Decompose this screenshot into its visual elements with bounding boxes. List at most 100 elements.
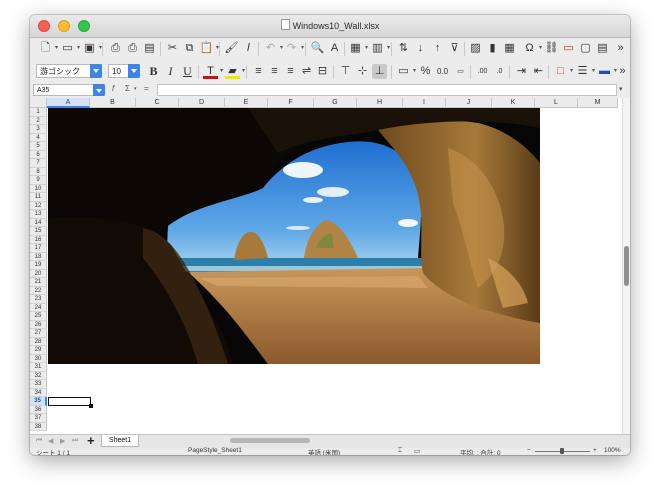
column-header-j[interactable]: J (446, 98, 492, 108)
column-header-b[interactable]: B (90, 98, 136, 108)
row-header-31[interactable]: 31 (30, 363, 47, 372)
font-name-dropdown-icon[interactable] (90, 64, 102, 78)
column-header-l[interactable]: L (535, 98, 578, 108)
row-header-33[interactable]: 33 (30, 380, 47, 389)
freeze-rows-icon[interactable]: ▤ (595, 41, 610, 56)
row-header-23[interactable]: 23 (30, 295, 47, 304)
row-header-13[interactable]: 13 (30, 210, 47, 219)
column-header-i[interactable]: I (403, 98, 446, 108)
percent-format-icon[interactable]: % (418, 64, 433, 79)
vertical-scrollbar[interactable] (622, 98, 630, 434)
name-box-dropdown-icon[interactable] (93, 84, 105, 96)
merge-cells-icon[interactable]: ⊟ (315, 64, 330, 79)
sum-dropdown-icon[interactable]: ▾ (134, 86, 137, 92)
select-all-corner[interactable] (30, 98, 47, 108)
sum-icon[interactable]: Σ (125, 84, 130, 93)
row-header-26[interactable]: 26 (30, 320, 47, 329)
row-header-1[interactable]: 1 (30, 108, 47, 117)
row-header-2[interactable]: 2 (30, 116, 47, 125)
row-header-6[interactable]: 6 (30, 150, 47, 159)
headers-footers-icon[interactable]: ▢ (578, 41, 593, 56)
language-status[interactable]: 英語 (米国) (308, 447, 340, 455)
row-header-8[interactable]: 8 (30, 167, 47, 176)
horizontal-scroll-thumb[interactable] (230, 438, 310, 443)
font-size-select[interactable]: 10 (108, 64, 140, 78)
column-header-k[interactable]: K (492, 98, 535, 108)
clone-formatting-icon[interactable]: 🖌 (224, 41, 239, 56)
more-format-icon[interactable]: » (615, 64, 630, 79)
expand-formula-icon[interactable]: ▾ (619, 85, 623, 93)
vertical-scroll-thumb[interactable] (624, 246, 629, 286)
font-name-select[interactable]: 游ゴシック (36, 64, 102, 78)
row-header-34[interactable]: 34 (30, 388, 47, 397)
row-header-17[interactable]: 17 (30, 244, 47, 253)
zoom-out-button[interactable]: − (527, 447, 531, 454)
spreadsheet-grid[interactable]: ABCDEFGHIJKLM 1 2 3 4 5 6 7 8 9 10 11 12 13 14 15 16 17 1… (30, 98, 630, 434)
column-header-a[interactable]: A (47, 98, 90, 108)
align-middle-icon[interactable]: ⊹ (355, 64, 370, 79)
autofilter-icon[interactable]: ⊽ (447, 41, 462, 56)
align-top-icon[interactable]: ⊤ (338, 64, 353, 79)
border-style-icon[interactable]: ☰ ▾ (575, 64, 595, 79)
decrease-indent-icon[interactable]: ⇤ (531, 64, 546, 79)
row-header-32[interactable]: 32 (30, 371, 47, 380)
next-sheet-icon[interactable]: ▶ (60, 437, 65, 445)
bold-button[interactable]: B (146, 64, 161, 79)
number-format-icon[interactable]: 0.0 (435, 64, 450, 79)
row-header-5[interactable]: 5 (30, 142, 47, 151)
row-header-29[interactable]: 29 (30, 346, 47, 355)
column-header-h[interactable]: H (357, 98, 403, 108)
embedded-photo-cave-beach[interactable] (48, 108, 540, 364)
formula-input[interactable] (157, 84, 617, 96)
border-color-icon[interactable]: ▬ ▾ (597, 64, 617, 79)
column-header-g[interactable]: G (314, 98, 357, 108)
row-header-36[interactable]: 36 (30, 405, 47, 414)
formula-equals-icon[interactable]: = (144, 84, 149, 93)
sheet-tab-sheet1[interactable]: Sheet1 (101, 435, 139, 447)
align-center-icon[interactable]: ≡ (267, 64, 282, 79)
underline-button[interactable]: U (180, 64, 195, 79)
currency-format-icon[interactable]: ▭ ▾ (396, 64, 416, 79)
align-bottom-icon[interactable]: ⊥ (372, 64, 387, 79)
row-header-27[interactable]: 27 (30, 329, 47, 338)
zoom-level[interactable]: 100% (604, 447, 621, 454)
align-right-icon[interactable]: ≡ (283, 64, 298, 79)
row-header-10[interactable]: 10 (30, 184, 47, 193)
row-header-30[interactable]: 30 (30, 354, 47, 363)
undo-icon[interactable]: ↶ ▾ (263, 41, 283, 56)
row-header-4[interactable]: 4 (30, 133, 47, 142)
column-icon[interactable]: ▥ ▾ (370, 41, 390, 56)
row-header-12[interactable]: 12 (30, 201, 47, 210)
sort-ascending-icon[interactable]: ↓ (413, 41, 428, 56)
row-header-16[interactable]: 16 (30, 235, 47, 244)
increase-indent-icon[interactable]: ⇥ (514, 64, 529, 79)
last-sheet-icon[interactable]: ⏭ (72, 437, 78, 445)
find-replace-icon[interactable]: 🔍 (310, 41, 325, 56)
paste-icon[interactable]: 📋 ▾ (199, 41, 219, 56)
print-icon[interactable]: ⎙ (125, 41, 140, 56)
insert-image-icon[interactable]: ▨ (468, 41, 483, 56)
row-icon[interactable]: ▦ ▾ (348, 41, 368, 56)
cut-icon[interactable]: ✂ (165, 41, 180, 56)
align-left-icon[interactable]: ≡ (251, 64, 266, 79)
row-header-35[interactable]: 35 (30, 397, 47, 406)
new-document-icon[interactable]: 🗋 ▾ (38, 41, 58, 56)
print-preview-icon[interactable]: ▤ (142, 41, 157, 56)
row-header-11[interactable]: 11 (30, 193, 47, 202)
column-header-d[interactable]: D (179, 98, 225, 108)
comment-icon[interactable]: ▭ (561, 41, 576, 56)
row-header-28[interactable]: 28 (30, 337, 47, 346)
row-header-25[interactable]: 25 (30, 312, 47, 321)
open-folder-icon[interactable]: ▭ ▾ (60, 41, 80, 56)
row-header-14[interactable]: 14 (30, 218, 47, 227)
name-box[interactable]: A35 (33, 84, 105, 96)
column-header-f[interactable]: F (268, 98, 314, 108)
italic-button[interactable]: I (163, 64, 178, 79)
date-format-icon[interactable]: ▭ (453, 64, 468, 79)
font-color-icon[interactable]: T ▾ (203, 64, 223, 79)
delete-decimal-icon[interactable]: .0 (492, 64, 507, 79)
row-header-24[interactable]: 24 (30, 303, 47, 312)
horizontal-scrollbar[interactable] (230, 438, 620, 444)
row-header-22[interactable]: 22 (30, 286, 47, 295)
row-header-19[interactable]: 19 (30, 261, 47, 270)
